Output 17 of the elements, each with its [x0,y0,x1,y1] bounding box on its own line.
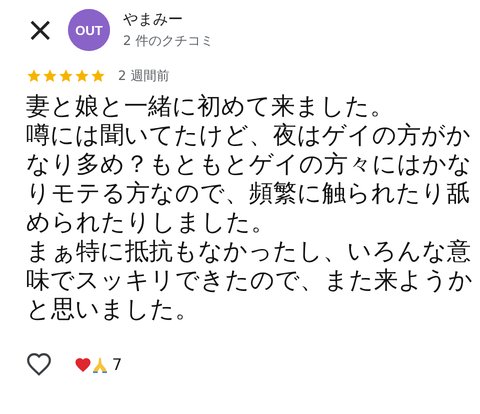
review-time: 2 週間前 [118,68,170,85]
review-count: 2 件のクチコミ [123,32,214,50]
star-icon [74,68,90,84]
avatar: OUT [68,9,110,51]
review-paragraph: 妻と娘と一緒に初めて来ました。 [26,92,395,121]
review-paragraph: 噂には聞いてたけど、夜はゲイの方がかなり多め？もともとゲイの方々にはかなりモテる方なので、頻繁に触られたり舐められたりしました。 [26,121,473,237]
heart-icon [74,356,92,372]
star-icon [90,68,106,84]
praying-hands-icon [92,356,108,372]
review-paragraph: まぁ特に抵抗もなかったし、いろんな意味でスッキリできたので、また来ようかと思いました。 [26,237,474,324]
reaction-count: 7 [112,354,122,374]
star-icon [26,68,42,84]
star-icon [42,68,58,84]
close-button[interactable]: × [26,8,54,52]
star-icon [58,68,74,84]
like-button[interactable] [26,352,52,376]
reviewer-name: やまみー [123,8,184,28]
